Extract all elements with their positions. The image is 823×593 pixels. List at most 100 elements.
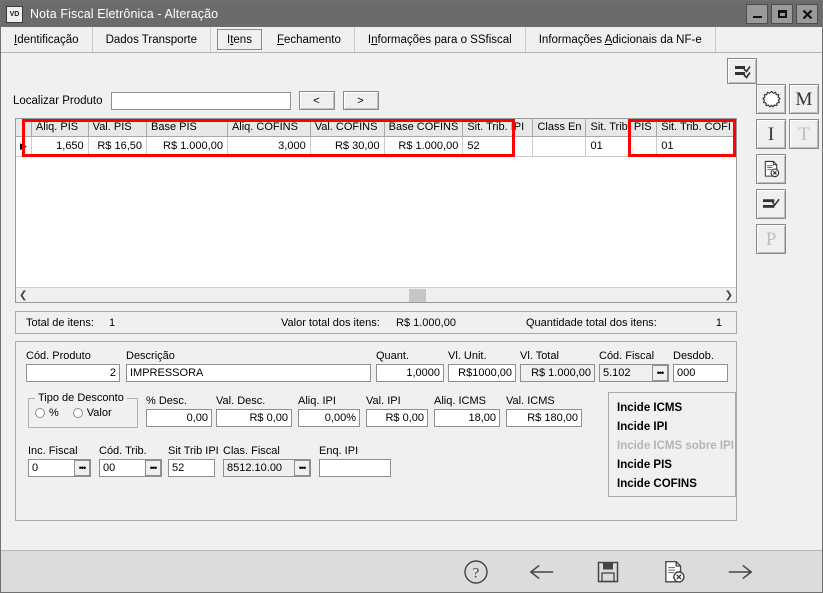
input-desdob[interactable]: 000 <box>673 364 728 382</box>
incide-item-icms[interactable]: Incide ICMS <box>617 399 735 418</box>
label-inc-fiscal: Inc. Fiscal <box>28 445 91 457</box>
field-descricao: Descrição IMPRESSORA <box>126 350 371 382</box>
field-aliq-icms: Aliq. ICMS 18,00 <box>434 395 500 427</box>
tab-itens[interactable]: Itens <box>217 29 262 50</box>
cell-class-enq[interactable] <box>533 136 586 156</box>
cell-val-pis[interactable]: R$ 16,50 <box>88 136 146 156</box>
input-aliq-icms[interactable]: 18,00 <box>434 409 500 427</box>
input-inc-fiscal[interactable]: 0 ••• <box>28 459 91 477</box>
items-grid[interactable]: Aliq. PIS Val. PIS Base PIS Aliq. COFINS… <box>15 118 737 303</box>
help-question-icon: ? <box>463 559 489 585</box>
column-header-sit-trib-ipi[interactable]: Sit. Trib. IPI <box>463 119 533 136</box>
label-val-icms: Val. ICMS <box>506 395 582 407</box>
letter-t-icon: T <box>798 125 810 144</box>
list-check-button[interactable] <box>756 189 786 219</box>
previous-button[interactable] <box>528 558 556 586</box>
input-sit-trib-ipi[interactable]: 52 <box>168 459 215 477</box>
input-descricao[interactable]: IMPRESSORA <box>126 364 371 382</box>
clas-fiscal-picker-button[interactable]: ••• <box>294 460 310 476</box>
radio-percent-dot <box>35 408 45 418</box>
minimize-button[interactable] <box>746 4 768 24</box>
incide-item-ipi[interactable]: Incide IPI <box>617 418 735 437</box>
tab-fechamento[interactable]: Fechamento <box>264 27 355 52</box>
delete-button[interactable] <box>660 558 688 586</box>
letter-m-button[interactable]: M <box>789 84 819 114</box>
column-header-base-cofins[interactable]: Base COFINS <box>384 119 463 136</box>
field-vl-total: Vl. Total R$ 1.000,00 <box>520 350 595 382</box>
cell-sit-trib-cofins[interactable]: 01 <box>657 136 736 156</box>
input-val-desc[interactable]: R$ 0,00 <box>216 409 292 427</box>
field-aliq-ipi: Aliq. IPI 0,00% <box>298 395 360 427</box>
burst-star-button[interactable] <box>756 84 786 114</box>
maximize-button[interactable] <box>771 4 793 24</box>
scroll-right-arrow-icon[interactable]: ❯ <box>722 290 736 301</box>
tab-informacoes-adicionais[interactable]: Informações Adicionais da NF-e <box>526 27 716 52</box>
input-val-ipi[interactable]: R$ 0,00 <box>366 409 428 427</box>
radio-desconto-valor[interactable]: Valor <box>73 407 112 419</box>
floppy-save-icon <box>596 560 620 584</box>
input-val-icms[interactable]: R$ 180,00 <box>506 409 582 427</box>
input-cod-produto[interactable]: 2 <box>26 364 120 382</box>
save-button[interactable] <box>594 558 622 586</box>
scroll-left-arrow-icon[interactable]: ❮ <box>16 290 30 301</box>
cell-val-cofins[interactable]: R$ 30,00 <box>310 136 384 156</box>
scroll-thumb[interactable] <box>409 289 426 302</box>
incide-item-pis[interactable]: Incide PIS <box>617 456 735 475</box>
letter-p-button: P <box>756 224 786 254</box>
field-cod-trib: Cód. Trib. 00 ••• <box>99 445 162 477</box>
cell-base-pis[interactable]: R$ 1.000,00 <box>147 136 228 156</box>
cell-sit-trib-ipi[interactable]: 52 <box>463 136 533 156</box>
column-header-sit-trib-pis[interactable]: Sit. Trib. PIS <box>586 119 657 136</box>
field-val-icms: Val. ICMS R$ 180,00 <box>506 395 582 427</box>
find-next-button[interactable]: > <box>343 91 379 110</box>
column-header-aliq-pis[interactable]: Aliq. PIS <box>31 119 88 136</box>
cod-trib-picker-button[interactable]: ••• <box>145 460 161 476</box>
cell-aliq-pis[interactable]: 1,650 <box>31 136 88 156</box>
cell-sit-trib-pis[interactable]: 01 <box>586 136 657 156</box>
row-indicator-cell: ▶ <box>16 136 31 156</box>
input-cod-fiscal[interactable]: 5.102 ••• <box>599 364 669 382</box>
tab-informacoes-ssfiscal[interactable]: Informações para o SSfiscal <box>355 27 526 52</box>
field-quant: Quant. 1,0000 <box>376 350 444 382</box>
total-items-label: Total de itens: <box>26 317 94 329</box>
filter-button[interactable] <box>727 58 757 84</box>
close-button[interactable] <box>796 4 818 24</box>
field-vl-unit: Vl. Unit. R$1000,00 <box>448 350 516 382</box>
column-header-sit-trib-cofins[interactable]: Sit. Trib. COFI <box>657 119 736 136</box>
input-pct-desc[interactable]: 0,00 <box>146 409 212 427</box>
svg-text:?: ? <box>473 565 480 581</box>
column-header-val-cofins[interactable]: Val. COFINS <box>310 119 384 136</box>
radio-desconto-percent[interactable]: % <box>35 407 59 419</box>
column-header-class-enq[interactable]: Class En <box>533 119 586 136</box>
next-button[interactable] <box>726 558 754 586</box>
grid-horizontal-scrollbar[interactable]: ❮ ❯ <box>16 287 736 302</box>
letter-i-icon: I <box>768 125 774 144</box>
find-previous-label: < <box>313 95 319 107</box>
input-enq-ipi[interactable] <box>319 459 391 477</box>
cell-base-cofins[interactable]: R$ 1.000,00 <box>384 136 463 156</box>
window-title: Nota Fiscal Eletrônica - Alteração <box>30 7 746 21</box>
input-cod-trib[interactable]: 00 ••• <box>99 459 162 477</box>
column-header-val-pis[interactable]: Val. PIS <box>88 119 146 136</box>
find-product-input[interactable] <box>111 92 291 110</box>
tab-identificacao[interactable]: Identificação <box>1 27 93 52</box>
column-header-base-pis[interactable]: Base PIS <box>147 119 228 136</box>
label-enq-ipi: Enq. IPI <box>319 445 391 457</box>
input-aliq-ipi[interactable]: 0,00% <box>298 409 360 427</box>
input-clas-fiscal[interactable]: 8512.10.00 ••• <box>223 459 311 477</box>
incide-item-cofins[interactable]: Incide COFINS <box>617 475 735 494</box>
letter-i-button[interactable]: I <box>756 119 786 149</box>
letter-p-icon: P <box>766 230 777 249</box>
total-value-value: R$ 1.000,00 <box>396 317 456 329</box>
find-previous-button[interactable]: < <box>299 91 335 110</box>
cell-aliq-cofins[interactable]: 3,000 <box>227 136 310 156</box>
cod-fiscal-picker-button[interactable]: ••• <box>652 365 668 381</box>
input-vl-unit[interactable]: R$1000,00 <box>448 364 516 382</box>
tab-dados-transporte[interactable]: Dados Transporte <box>93 27 211 52</box>
document-delete-button[interactable] <box>756 154 786 184</box>
input-quant[interactable]: 1,0000 <box>376 364 444 382</box>
inc-fiscal-picker-button[interactable]: ••• <box>74 460 90 476</box>
column-header-aliq-cofins[interactable]: Aliq. COFINS <box>227 119 310 136</box>
help-button[interactable]: ? <box>462 558 490 586</box>
table-row[interactable]: ▶ 1,650 R$ 16,50 R$ 1.000,00 3,000 R$ 30… <box>16 136 736 156</box>
